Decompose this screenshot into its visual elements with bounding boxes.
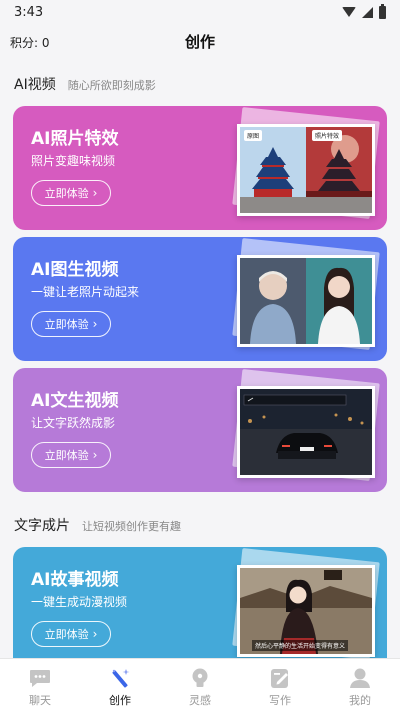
chevron-right-icon: › (92, 317, 98, 331)
thumbnail-frame (237, 255, 375, 347)
status-bar: 3:43 (0, 0, 400, 24)
nav-item-writing[interactable]: 写作 (248, 659, 312, 712)
header: 积分: 0 创作 (0, 28, 400, 58)
section-text-to-film-header: 文字成片 让短视频创作更有趣 (14, 515, 181, 535)
card-subtitle: 一键让老照片动起来 (31, 285, 140, 299)
effect-tag: 照片特效 (312, 130, 343, 141)
try-now-label: 立即体验 (44, 449, 89, 462)
nav-item-chat[interactable]: 聊天 (8, 659, 72, 712)
original-tag: 原图 (244, 130, 263, 141)
card-ai-photo-effects[interactable]: AI照片特效 照片变趣味视频 立即体验 › 原图 照片特效 (13, 106, 387, 230)
portrait-image (240, 258, 372, 344)
nav-label: 创作 (109, 694, 131, 707)
temple-photo: 原图 照片特效 (240, 127, 372, 213)
try-now-label: 立即体验 (44, 318, 89, 331)
card-subtitle: 照片变趣味视频 (31, 154, 116, 168)
card-subtitle: 一键生成动漫视频 (31, 595, 128, 609)
card-subtitle: 让文字跃然成影 (31, 416, 116, 430)
nav-label: 灵感 (189, 694, 211, 707)
card-ai-text-to-video[interactable]: AI文生视频 让文字跃然成影 立即体验 › (13, 368, 387, 492)
thumbnail-frame: 原图 照片特效 (237, 124, 375, 216)
card-title: AI图生视频 (31, 260, 119, 280)
section-title: AI视频 (14, 77, 56, 93)
card-title: AI故事视频 (31, 570, 119, 590)
car-scene-photo (240, 389, 372, 475)
chevron-right-icon: › (92, 627, 98, 641)
card-thumbnail: 原图 照片特效 (231, 107, 380, 222)
signal-icon (362, 6, 373, 18)
nav-item-profile[interactable]: 我的 (328, 659, 392, 712)
card-thumbnail (231, 369, 380, 484)
card-thumbnail: 然后心平静的生活开始变得有意义 (231, 548, 380, 663)
status-icons (342, 3, 386, 19)
nav-item-create[interactable]: 创作 (88, 659, 152, 712)
status-time: 3:43 (14, 4, 44, 20)
profile-icon (348, 667, 372, 689)
try-now-label: 立即体验 (44, 628, 89, 641)
screen: 3:43 积分: 0 创作 AI视频 随心所欲即刻成影 AI照片特效 照片变趣味… (0, 0, 400, 712)
section-ai-video-header: AI视频 随心所欲即刻成影 (14, 74, 156, 94)
try-now-button[interactable]: 立即体验 › (31, 311, 111, 337)
car-image (240, 389, 372, 475)
section-title: 文字成片 (14, 518, 70, 534)
nav-label: 写作 (269, 694, 291, 707)
bottom-nav: 聊天 创作 灵感 写作 我的 (0, 658, 400, 712)
magic-wand-icon (108, 667, 132, 689)
video-caption: 然后心平静的生活开始变得有意义 (252, 640, 349, 651)
nav-item-inspiration[interactable]: 灵感 (168, 659, 232, 712)
thumbnail-frame (237, 386, 375, 478)
thumbnail-frame: 然后心平静的生活开始变得有意义 (237, 565, 375, 657)
card-ai-image-to-video[interactable]: AI图生视频 一键让老照片动起来 立即体验 › (13, 237, 387, 361)
try-now-label: 立即体验 (44, 187, 89, 200)
nav-label: 聊天 (29, 694, 51, 707)
anime-photo: 然后心平静的生活开始变得有意义 (240, 568, 372, 654)
portrait-photo (240, 258, 372, 344)
card-title: AI照片特效 (31, 129, 119, 149)
nav-label: 我的 (349, 694, 371, 707)
edit-icon (268, 667, 292, 689)
wifi-icon (342, 7, 356, 17)
lightbulb-icon (188, 667, 212, 689)
chevron-right-icon: › (92, 186, 98, 200)
card-title: AI文生视频 (31, 391, 119, 411)
card-thumbnail (231, 238, 380, 353)
section-subtitle: 让短视频创作更有趣 (82, 520, 181, 533)
chat-icon (28, 667, 52, 689)
try-now-button[interactable]: 立即体验 › (31, 180, 111, 206)
try-now-button[interactable]: 立即体验 › (31, 621, 111, 647)
try-now-button[interactable]: 立即体验 › (31, 442, 111, 468)
chevron-right-icon: › (92, 448, 98, 462)
section-subtitle: 随心所欲即刻成影 (67, 79, 156, 92)
battery-icon (379, 3, 386, 19)
page-title: 创作 (184, 33, 215, 51)
